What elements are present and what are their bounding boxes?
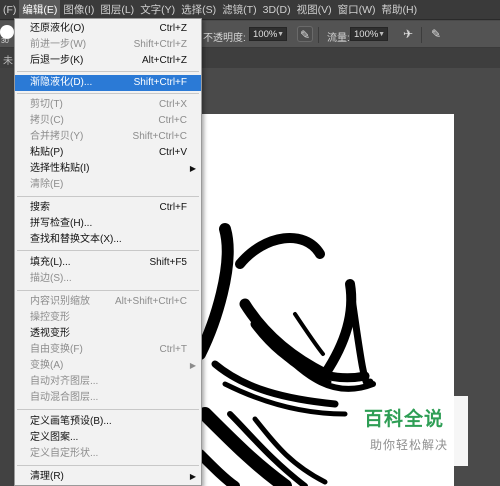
dropdown-arrow-icon: ▼ (378, 31, 385, 38)
menu-item-define-brush[interactable]: 定义画笔预设(B)... (15, 414, 201, 430)
menu-separator (17, 93, 199, 94)
menu-item-search[interactable]: 搜索 Ctrl+F (15, 200, 201, 216)
menu-item-find-replace[interactable]: 查找和替换文本(X)... (15, 232, 201, 248)
menu-item-define-pattern[interactable]: 定义图案... (15, 430, 201, 446)
menu-view[interactable]: 视图(V) (294, 0, 335, 20)
menu-item-fill[interactable]: 填充(L)... Shift+F5 (15, 255, 201, 271)
pressure-size-icon[interactable]: ✎ (428, 26, 444, 42)
menu-item-paste[interactable]: 粘贴(P) Ctrl+V (15, 145, 201, 161)
menu-separator (17, 409, 199, 410)
menu-image[interactable]: 图像(I) (60, 0, 97, 20)
pressure-opacity-icon[interactable]: ✎ (297, 26, 313, 42)
menu-item-transform[interactable]: 变换(A) ▶ (15, 358, 201, 374)
menu-separator (17, 465, 199, 466)
menu-item-content-aware-scale[interactable]: 内容识别缩放 Alt+Shift+Ctrl+C (15, 294, 201, 310)
menu-item-puppet-warp[interactable]: 操控变形 (15, 310, 201, 326)
document-tab-label[interactable]: 未 (3, 52, 13, 67)
watermark-logo: 百科全说 助你轻松解决 (348, 396, 468, 466)
separator (318, 27, 319, 43)
menu-item-copy-merged[interactable]: 合并拷贝(Y) Shift+Ctrl+C (15, 129, 201, 145)
tools-panel (0, 68, 14, 486)
menu-separator (17, 71, 199, 72)
menu-filter[interactable]: 滤镜(T) (219, 0, 259, 20)
menu-edit[interactable]: 编辑(E) (19, 0, 61, 20)
flow-value: 100% (354, 29, 379, 40)
menu-help[interactable]: 帮助(H) (379, 0, 421, 20)
submenu-arrow-icon: ▶ (189, 472, 196, 481)
menu-3d[interactable]: 3D(D) (260, 0, 294, 20)
menu-separator (17, 290, 199, 291)
menu-item-auto-blend-layers[interactable]: 自动混合图层... (15, 390, 201, 406)
menu-type[interactable]: 文字(Y) (137, 0, 178, 20)
menu-item-clear[interactable]: 清除(E) (15, 177, 201, 193)
menu-separator (17, 196, 199, 197)
flow-field[interactable]: 100% ▼ (350, 27, 388, 41)
menu-file[interactable]: (F) (0, 0, 19, 20)
opacity-field[interactable]: 100% ▼ (249, 27, 287, 41)
menu-item-auto-align-layers[interactable]: 自动对齐图层... (15, 374, 201, 390)
menu-item-cut[interactable]: 剪切(T) Ctrl+X (15, 97, 201, 113)
menu-separator (17, 250, 199, 251)
menu-item-step-backward[interactable]: 后退一步(K) Alt+Ctrl+Z (15, 53, 201, 69)
separator (421, 27, 422, 43)
brush-size: 30 (1, 38, 9, 45)
edit-menu-dropdown: 还原液化(O) Ctrl+Z 前进一步(W) Shift+Ctrl+Z 后退一步(K… (14, 18, 202, 486)
menu-item-define-custom-shape[interactable]: 定义自定形状... (15, 446, 201, 462)
flow-label: 流量: (327, 33, 350, 44)
menu-item-perspective-warp[interactable]: 透视变形 (15, 326, 201, 342)
dropdown-arrow-icon: ▼ (277, 31, 284, 38)
menu-select[interactable]: 选择(S) (178, 0, 219, 20)
menu-item-undo[interactable]: 还原液化(O) Ctrl+Z (15, 21, 201, 37)
menu-window[interactable]: 窗口(W) (335, 0, 379, 20)
submenu-arrow-icon: ▶ (189, 164, 196, 173)
menu-layer[interactable]: 图层(L) (97, 0, 137, 20)
menu-item-paste-special[interactable]: 选择性粘贴(I) ▶ (15, 161, 201, 177)
menu-item-stroke[interactable]: 描边(S)... (15, 271, 201, 287)
brush-preview-icon[interactable] (0, 25, 14, 39)
opacity-value: 100% (253, 29, 278, 40)
submenu-arrow-icon: ▶ (189, 361, 196, 370)
menu-item-step-forward[interactable]: 前进一步(W) Shift+Ctrl+Z (15, 37, 201, 53)
menu-item-spell-check[interactable]: 拼写检查(H)... (15, 216, 201, 232)
menu-item-free-transform[interactable]: 自由变换(F) Ctrl+T (15, 342, 201, 358)
menu-bar: (F) 编辑(E) 图像(I) 图层(L) 文字(Y) 选择(S) 滤镜(T) … (0, 0, 500, 20)
menu-item-purge[interactable]: 清理(R) ▶ (15, 469, 201, 485)
watermark-title: 百科全说 (364, 408, 445, 430)
menu-item-copy[interactable]: 拷贝(C) Ctrl+C (15, 113, 201, 129)
opacity-label: 不透明度: (203, 33, 246, 44)
airbrush-icon[interactable]: ✈ (400, 26, 416, 42)
watermark-subtitle: 助你轻松解决 (370, 438, 449, 452)
menu-item-fade-liquify[interactable]: 渐隐液化(D)... Shift+Ctrl+F (15, 75, 201, 91)
